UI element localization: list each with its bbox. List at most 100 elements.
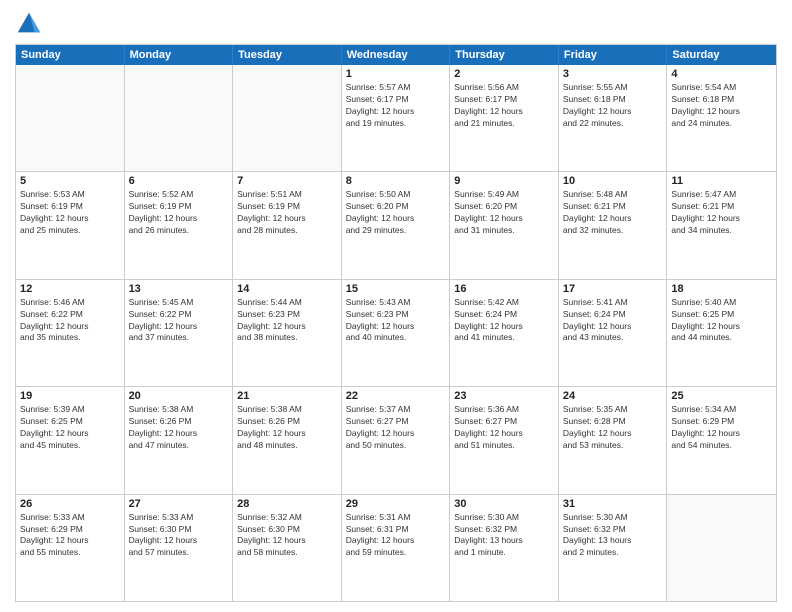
cell-info: Sunrise: 5:38 AM Sunset: 6:26 PM Dayligh…	[237, 404, 337, 452]
cell-info: Sunrise: 5:47 AM Sunset: 6:21 PM Dayligh…	[671, 189, 772, 237]
cell-info: Sunrise: 5:55 AM Sunset: 6:18 PM Dayligh…	[563, 82, 663, 130]
weekday-header: Thursday	[450, 45, 559, 65]
calendar-cell: 11 Sunrise: 5:47 AM Sunset: 6:21 PM Dayli…	[667, 172, 776, 278]
cell-info: Sunrise: 5:56 AM Sunset: 6:17 PM Dayligh…	[454, 82, 554, 130]
calendar-cell: 31 Sunrise: 5:30 AM Sunset: 6:32 PM Dayli…	[559, 495, 668, 601]
cell-info: Sunrise: 5:37 AM Sunset: 6:27 PM Dayligh…	[346, 404, 446, 452]
day-number: 20	[129, 390, 229, 402]
cell-info: Sunrise: 5:33 AM Sunset: 6:29 PM Dayligh…	[20, 512, 120, 560]
calendar-cell: 9 Sunrise: 5:49 AM Sunset: 6:20 PM Daylig…	[450, 172, 559, 278]
day-number: 22	[346, 390, 446, 402]
weekday-header: Monday	[125, 45, 234, 65]
calendar-cell: 10Sunrise: 5:48 AM Sunset: 6:21 PM Dayli…	[559, 172, 668, 278]
calendar: SundayMondayTuesdayWednesdayThursdayFrid…	[15, 44, 777, 602]
calendar-cell: 12 Sunrise: 5:46 AM Sunset: 6:22 PM Dayli…	[16, 280, 125, 386]
cell-info: Sunrise: 5:44 AM Sunset: 6:23 PM Dayligh…	[237, 297, 337, 345]
calendar-cell: 13 Sunrise: 5:45 AM Sunset: 6:22 PM Dayli…	[125, 280, 234, 386]
calendar-cell: 2 Sunrise: 5:56 AM Sunset: 6:17 PM Daylig…	[450, 65, 559, 171]
cell-info: Sunrise: 5:42 AM Sunset: 6:24 PM Dayligh…	[454, 297, 554, 345]
day-number: 23	[454, 390, 554, 402]
cell-info: Sunrise: 5:57 AM Sunset: 6:17 PM Dayligh…	[346, 82, 446, 130]
day-number: 5	[20, 175, 120, 187]
calendar-cell: 29Sunrise: 5:31 AM Sunset: 6:31 PM Dayli…	[342, 495, 451, 601]
day-number: 9	[454, 175, 554, 187]
weekday-header: Sunday	[16, 45, 125, 65]
calendar-cell: 18 Sunrise: 5:40 AM Sunset: 6:25 PM Dayli…	[667, 280, 776, 386]
calendar-cell: 24 Sunrise: 5:35 AM Sunset: 6:28 PM Dayli…	[559, 387, 668, 493]
calendar-cell: 22 Sunrise: 5:37 AM Sunset: 6:27 PM Dayli…	[342, 387, 451, 493]
day-number: 13	[129, 283, 229, 295]
day-number: 6	[129, 175, 229, 187]
cell-info: Sunrise: 5:40 AM Sunset: 6:25 PM Dayligh…	[671, 297, 772, 345]
calendar-cell: 15 Sunrise: 5:43 AM Sunset: 6:23 PM Dayli…	[342, 280, 451, 386]
cell-info: Sunrise: 5:35 AM Sunset: 6:28 PM Dayligh…	[563, 404, 663, 452]
day-number: 27	[129, 498, 229, 510]
calendar-cell: 7Sunrise: 5:51 AM Sunset: 6:19 PM Daylig…	[233, 172, 342, 278]
header	[15, 10, 777, 38]
calendar-cell: 28Sunrise: 5:32 AM Sunset: 6:30 PM Dayli…	[233, 495, 342, 601]
calendar-cell: 23 Sunrise: 5:36 AM Sunset: 6:27 PM Dayli…	[450, 387, 559, 493]
day-number: 16	[454, 283, 554, 295]
day-number: 1	[346, 68, 446, 80]
calendar-cell: 8 Sunrise: 5:50 AM Sunset: 6:20 PM Daylig…	[342, 172, 451, 278]
calendar-header: SundayMondayTuesdayWednesdayThursdayFrid…	[16, 45, 776, 65]
day-number: 2	[454, 68, 554, 80]
calendar-cell: 14 Sunrise: 5:44 AM Sunset: 6:23 PM Dayli…	[233, 280, 342, 386]
calendar-cell: 17 Sunrise: 5:41 AM Sunset: 6:24 PM Dayli…	[559, 280, 668, 386]
day-number: 12	[20, 283, 120, 295]
calendar-cell: 1 Sunrise: 5:57 AM Sunset: 6:17 PM Daylig…	[342, 65, 451, 171]
day-number: 30	[454, 498, 554, 510]
cell-info: Sunrise: 5:54 AM Sunset: 6:18 PM Dayligh…	[671, 82, 772, 130]
logo-icon	[15, 10, 43, 38]
cell-info: Sunrise: 5:52 AM Sunset: 6:19 PM Dayligh…	[129, 189, 229, 237]
cell-info: Sunrise: 5:51 AM Sunset: 6:19 PM Dayligh…	[237, 189, 337, 237]
weekday-header: Wednesday	[342, 45, 451, 65]
cell-info: Sunrise: 5:30 AM Sunset: 6:32 PM Dayligh…	[563, 512, 663, 560]
day-number: 4	[671, 68, 772, 80]
calendar-row: 1 Sunrise: 5:57 AM Sunset: 6:17 PM Daylig…	[16, 65, 776, 172]
calendar-cell: 6 Sunrise: 5:52 AM Sunset: 6:19 PM Daylig…	[125, 172, 234, 278]
calendar-row: 26 Sunrise: 5:33 AM Sunset: 6:29 PM Dayli…	[16, 495, 776, 601]
calendar-cell: 19Sunrise: 5:39 AM Sunset: 6:25 PM Dayli…	[16, 387, 125, 493]
cell-info: Sunrise: 5:32 AM Sunset: 6:30 PM Dayligh…	[237, 512, 337, 560]
day-number: 21	[237, 390, 337, 402]
calendar-cell: 30Sunrise: 5:30 AM Sunset: 6:32 PM Dayli…	[450, 495, 559, 601]
cell-info: Sunrise: 5:36 AM Sunset: 6:27 PM Dayligh…	[454, 404, 554, 452]
cell-info: Sunrise: 5:48 AM Sunset: 6:21 PM Dayligh…	[563, 189, 663, 237]
day-number: 3	[563, 68, 663, 80]
cell-info: Sunrise: 5:33 AM Sunset: 6:30 PM Dayligh…	[129, 512, 229, 560]
calendar-cell: 4 Sunrise: 5:54 AM Sunset: 6:18 PM Daylig…	[667, 65, 776, 171]
cell-info: Sunrise: 5:46 AM Sunset: 6:22 PM Dayligh…	[20, 297, 120, 345]
day-number: 18	[671, 283, 772, 295]
day-number: 17	[563, 283, 663, 295]
day-number: 31	[563, 498, 663, 510]
cell-info: Sunrise: 5:49 AM Sunset: 6:20 PM Dayligh…	[454, 189, 554, 237]
calendar-cell: 21 Sunrise: 5:38 AM Sunset: 6:26 PM Dayli…	[233, 387, 342, 493]
calendar-cell: 27 Sunrise: 5:33 AM Sunset: 6:30 PM Dayli…	[125, 495, 234, 601]
cell-info: Sunrise: 5:39 AM Sunset: 6:25 PM Dayligh…	[20, 404, 120, 452]
day-number: 26	[20, 498, 120, 510]
calendar-cell	[233, 65, 342, 171]
cell-info: Sunrise: 5:31 AM Sunset: 6:31 PM Dayligh…	[346, 512, 446, 560]
cell-info: Sunrise: 5:50 AM Sunset: 6:20 PM Dayligh…	[346, 189, 446, 237]
day-number: 14	[237, 283, 337, 295]
calendar-row: 12 Sunrise: 5:46 AM Sunset: 6:22 PM Dayli…	[16, 280, 776, 387]
cell-info: Sunrise: 5:53 AM Sunset: 6:19 PM Dayligh…	[20, 189, 120, 237]
day-number: 25	[671, 390, 772, 402]
calendar-cell	[667, 495, 776, 601]
weekday-header: Tuesday	[233, 45, 342, 65]
calendar-cell: 25Sunrise: 5:34 AM Sunset: 6:29 PM Dayli…	[667, 387, 776, 493]
cell-info: Sunrise: 5:41 AM Sunset: 6:24 PM Dayligh…	[563, 297, 663, 345]
calendar-cell: 3 Sunrise: 5:55 AM Sunset: 6:18 PM Daylig…	[559, 65, 668, 171]
calendar-cell	[16, 65, 125, 171]
cell-info: Sunrise: 5:45 AM Sunset: 6:22 PM Dayligh…	[129, 297, 229, 345]
calendar-row: 5 Sunrise: 5:53 AM Sunset: 6:19 PM Daylig…	[16, 172, 776, 279]
cell-info: Sunrise: 5:38 AM Sunset: 6:26 PM Dayligh…	[129, 404, 229, 452]
cell-info: Sunrise: 5:43 AM Sunset: 6:23 PM Dayligh…	[346, 297, 446, 345]
calendar-cell: 5 Sunrise: 5:53 AM Sunset: 6:19 PM Daylig…	[16, 172, 125, 278]
page: SundayMondayTuesdayWednesdayThursdayFrid…	[0, 0, 792, 612]
day-number: 15	[346, 283, 446, 295]
day-number: 11	[671, 175, 772, 187]
day-number: 24	[563, 390, 663, 402]
day-number: 8	[346, 175, 446, 187]
